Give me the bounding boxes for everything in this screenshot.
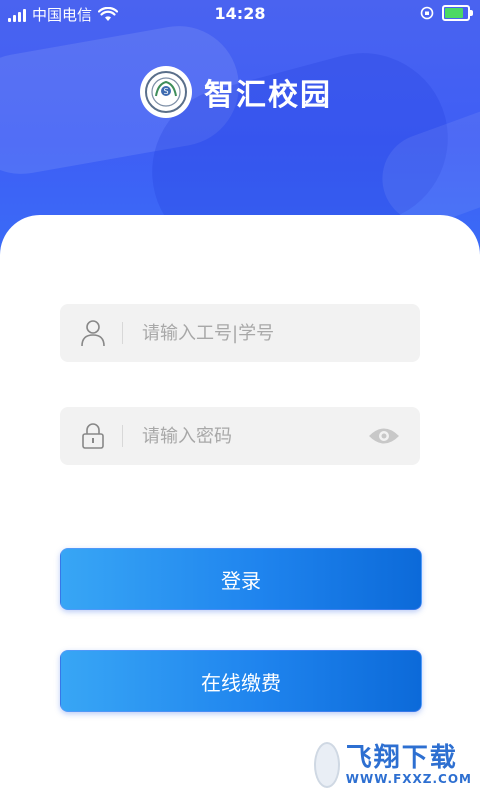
login-card: 登录 在线缴费 xyxy=(0,215,480,800)
username-field xyxy=(60,304,420,362)
username-input[interactable] xyxy=(142,304,362,362)
status-bar: 中国电信 14:28 xyxy=(0,0,480,28)
watermark: 飞翔下载 WWW.FXXZ.COM xyxy=(314,736,472,794)
password-field xyxy=(60,407,420,465)
lock-icon xyxy=(82,423,104,449)
watermark-text: 飞翔下载 WWW.FXXZ.COM xyxy=(346,744,472,786)
watermark-url: WWW.FXXZ.COM xyxy=(345,772,472,786)
school-emblem-icon: S xyxy=(140,66,192,118)
app-logo: S 智汇校园 xyxy=(140,66,332,118)
user-icon xyxy=(81,320,105,347)
svg-text:S: S xyxy=(163,87,168,96)
online-payment-button-label: 在线缴费 xyxy=(201,670,281,695)
field-divider xyxy=(122,322,123,344)
status-right xyxy=(420,5,473,21)
rotation-lock-icon xyxy=(420,6,434,20)
app-title: 智汇校园 xyxy=(204,78,332,113)
login-button[interactable]: 登录 xyxy=(60,548,422,610)
watermark-brand: 飞翔下载 xyxy=(345,743,458,773)
password-input[interactable] xyxy=(142,407,362,465)
battery-icon xyxy=(442,5,473,21)
status-time: 14:28 xyxy=(214,4,266,23)
watermark-logo-icon xyxy=(314,742,340,788)
field-divider xyxy=(122,425,123,447)
eye-icon[interactable] xyxy=(368,425,400,447)
login-button-label: 登录 xyxy=(221,568,261,593)
online-payment-button[interactable]: 在线缴费 xyxy=(60,650,422,712)
